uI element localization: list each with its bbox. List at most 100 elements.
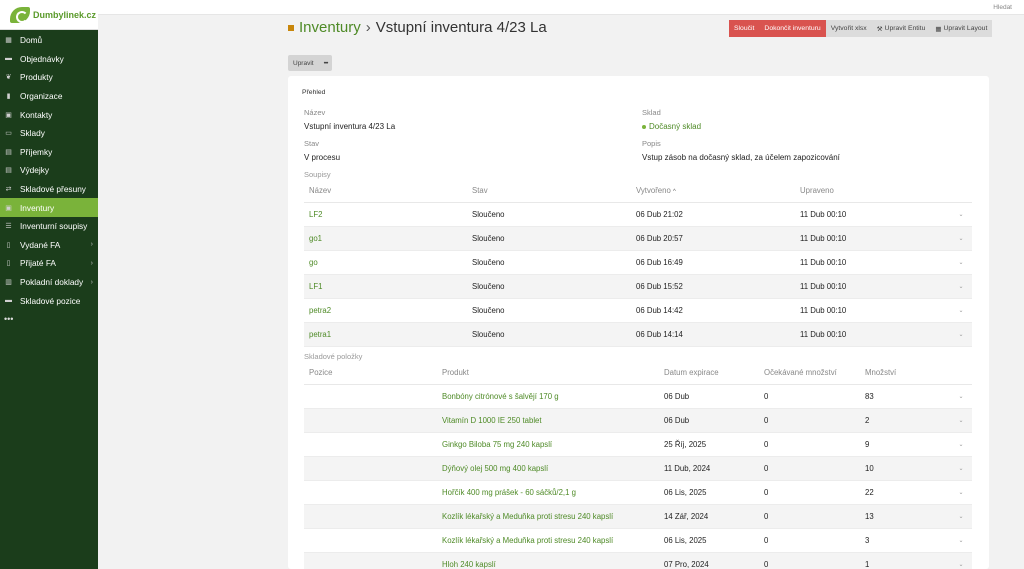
sidebar-item[interactable]: ▭ Sklady (0, 124, 98, 143)
list-name-link[interactable]: go1 (304, 226, 467, 251)
chevron-down-icon[interactable]: ⌄ (945, 226, 972, 251)
product-link[interactable]: Hloh 240 kapslí (437, 552, 659, 569)
table-row[interactable]: Hořčík 400 mg prášek - 60 sáčků/2,1 g 06 … (304, 480, 972, 505)
sidebar-item[interactable]: ▯ Přijaté FA › (0, 254, 98, 273)
sidebar-item[interactable]: ▣ Inventury (0, 198, 98, 217)
product-link[interactable]: Hořčík 400 mg prášek - 60 sáčků/2,1 g (437, 480, 659, 505)
more-icon[interactable]: ••• (0, 310, 98, 328)
product-link[interactable]: Dýňový olej 500 mg 400 kapslí (437, 456, 659, 481)
sidebar-item[interactable]: ▯ Vydané FA › (0, 236, 98, 255)
lists-table: Název Stav Vytvořeno ^ Upraveno LF2 Slouč… (304, 180, 972, 347)
stock-qty: 83 (860, 384, 945, 409)
list-status: Sloučeno (467, 298, 631, 323)
table-row[interactable]: petra2 Sloučeno 06 Dub 14:42 11 Dub 00:10 ⌄ (304, 298, 972, 323)
chevron-down-icon[interactable]: ⌄ (945, 552, 972, 569)
sidebar-item[interactable]: ❦ Produkty (0, 68, 98, 87)
product-link[interactable]: Kozlík lékařský a Meduňka proti stresu 2… (437, 504, 659, 529)
lists-col-status[interactable]: Stav (467, 180, 631, 203)
sidebar-item[interactable]: ⇄ Skladové přesuny (0, 180, 98, 199)
table-row[interactable]: Ginkgo Biloba 75 mg 240 kapslí 25 Říj, 20… (304, 432, 972, 457)
breadcrumb-inventury[interactable]: Inventury (299, 19, 361, 36)
sidebar-item[interactable]: ▬ Skladové pozice (0, 291, 98, 310)
table-row[interactable]: go Sloučeno 06 Dub 16:49 11 Dub 00:10 ⌄ (304, 250, 972, 275)
stock-expiry: 14 Zář, 2024 (659, 504, 759, 529)
invoice-out-icon: ▯ (6, 241, 11, 249)
stock-col-expected[interactable]: Očekávané množství (759, 362, 860, 385)
product-link[interactable]: Vitamín D 1000 IE 250 tablet (437, 408, 659, 433)
stock-expected: 0 (759, 480, 860, 505)
stock-col-qty[interactable]: Množství (860, 362, 945, 385)
list-name-link[interactable]: petra1 (304, 322, 467, 347)
stock-qty: 10 (860, 456, 945, 481)
sidebar-item[interactable]: ▥ Pokladní doklady › (0, 273, 98, 292)
list-name-link[interactable]: LF2 (304, 202, 467, 227)
sidebar-item-label: Vydané FA (20, 239, 61, 250)
sidebar-item-label: Přijaté FA (20, 258, 56, 269)
lists-col-updated[interactable]: Upraveno (795, 180, 945, 203)
stock-col-actions (945, 362, 972, 385)
table-row[interactable]: Dýňový olej 500 mg 400 kapslí 11 Dub, 202… (304, 456, 972, 481)
table-row[interactable]: LF2 Sloučeno 06 Dub 21:02 11 Dub 00:10 ⌄ (304, 202, 972, 227)
inventory-square-icon (288, 24, 294, 31)
table-row[interactable]: Hloh 240 kapslí 07 Pro, 2024 0 1 ⌄ (304, 552, 972, 569)
sidebar-item[interactable]: ▦ Domů (0, 31, 98, 50)
table-row[interactable]: Vitamín D 1000 IE 250 tablet 06 Dub 0 2 ⌄ (304, 408, 972, 433)
chevron-down-icon[interactable]: ⌄ (945, 322, 972, 347)
search-link[interactable]: Hledat (993, 4, 1012, 11)
warehouse-link[interactable]: Dočasný sklad (642, 122, 701, 131)
list-name-link[interactable]: petra2 (304, 298, 467, 323)
sidebar-item[interactable]: ▮ Organizace (0, 87, 98, 106)
chevron-down-icon[interactable]: ⌄ (945, 408, 972, 433)
stock-col-product[interactable]: Produkt (437, 362, 659, 385)
product-link[interactable]: Ginkgo Biloba 75 mg 240 kapslí (437, 432, 659, 457)
stock-col-expiry[interactable]: Datum expirace (659, 362, 759, 385)
edit-button[interactable]: Upravit (288, 55, 319, 71)
merge-button[interactable]: Sloučit (729, 20, 760, 37)
stock-position (304, 408, 437, 433)
record-subbar: Upravit ••• (288, 55, 333, 71)
list-created: 06 Dub 20:57 (631, 226, 795, 251)
chevron-down-icon[interactable]: ⌄ (945, 250, 972, 275)
sidebar-item[interactable]: ▬ Objednávky (0, 50, 98, 69)
product-link[interactable]: Kozlík lékařský a Meduňka proti stresu 2… (437, 528, 659, 553)
list-name-link[interactable]: LF1 (304, 274, 467, 299)
export-xlsx-button[interactable]: Vytvořit xlsx (825, 20, 872, 37)
building-icon: ▮ (6, 93, 11, 101)
chevron-down-icon[interactable]: ⌄ (945, 456, 972, 481)
chevron-down-icon[interactable]: ⌄ (945, 480, 972, 505)
lists-title: Soupisy (304, 170, 331, 179)
stock-col-position[interactable]: Pozice (304, 362, 437, 385)
stock-expiry: 07 Pro, 2024 (659, 552, 759, 569)
sidebar-item[interactable]: ☰ Inventurní soupisy (0, 217, 98, 236)
chevron-down-icon[interactable]: ⌄ (945, 432, 972, 457)
table-row[interactable]: Kozlík lékařský a Meduňka proti stresu 2… (304, 528, 972, 553)
sidebar-item[interactable]: ▤ Výdejky (0, 161, 98, 180)
table-row[interactable]: petra1 Sloučeno 06 Dub 14:14 11 Dub 00:10 ⌄ (304, 322, 972, 347)
list-name-link[interactable]: go (304, 250, 467, 275)
list-status: Sloučeno (467, 322, 631, 347)
chevron-down-icon[interactable]: ⌄ (945, 202, 972, 227)
brand-logo[interactable]: Dumbylinek.cz (0, 0, 98, 30)
lists-col-created[interactable]: Vytvořeno ^ (631, 180, 795, 203)
chevron-down-icon[interactable]: ⌄ (945, 274, 972, 299)
edit-layout-button[interactable]: ▦ Upravit Layout (930, 20, 993, 37)
chevron-down-icon[interactable]: ⌄ (945, 384, 972, 409)
table-row[interactable]: Kozlík lékařský a Meduňka proti stresu 2… (304, 504, 972, 529)
edit-entity-button[interactable]: ⚒ Upravit Entitu (871, 20, 931, 37)
list-created: 06 Dub 14:42 (631, 298, 795, 323)
table-row[interactable]: Bonbóny citrónové s šalvějí 170 g 06 Dub 0… (304, 384, 972, 409)
stock-expiry: 06 Lis, 2025 (659, 480, 759, 505)
chevron-down-icon[interactable]: ⌄ (945, 504, 972, 529)
sidebar-nav: ▦ Domů ▬ Objednávky ❦ Produkty ▮ Organizace ▣ Kon… (0, 30, 98, 310)
more-actions-button[interactable]: ••• (319, 55, 333, 71)
table-row[interactable]: go1 Sloučeno 06 Dub 20:57 11 Dub 00:10 ⌄ (304, 226, 972, 251)
lists-col-name[interactable]: Název (304, 180, 467, 203)
table-row[interactable]: LF1 Sloučeno 06 Dub 15:52 11 Dub 00:10 ⌄ (304, 274, 972, 299)
sidebar-item[interactable]: ▣ Kontakty (0, 105, 98, 124)
chevron-down-icon[interactable]: ⌄ (945, 528, 972, 553)
sidebar-item[interactable]: ▤ Příjemky (0, 143, 98, 162)
chevron-down-icon[interactable]: ⌄ (945, 298, 972, 323)
warehouse-field: Sklad Dočasný sklad (642, 108, 701, 131)
product-link[interactable]: Bonbóny citrónové s šalvějí 170 g (437, 384, 659, 409)
finish-inventory-button[interactable]: Dokončit inventuru (759, 20, 826, 37)
